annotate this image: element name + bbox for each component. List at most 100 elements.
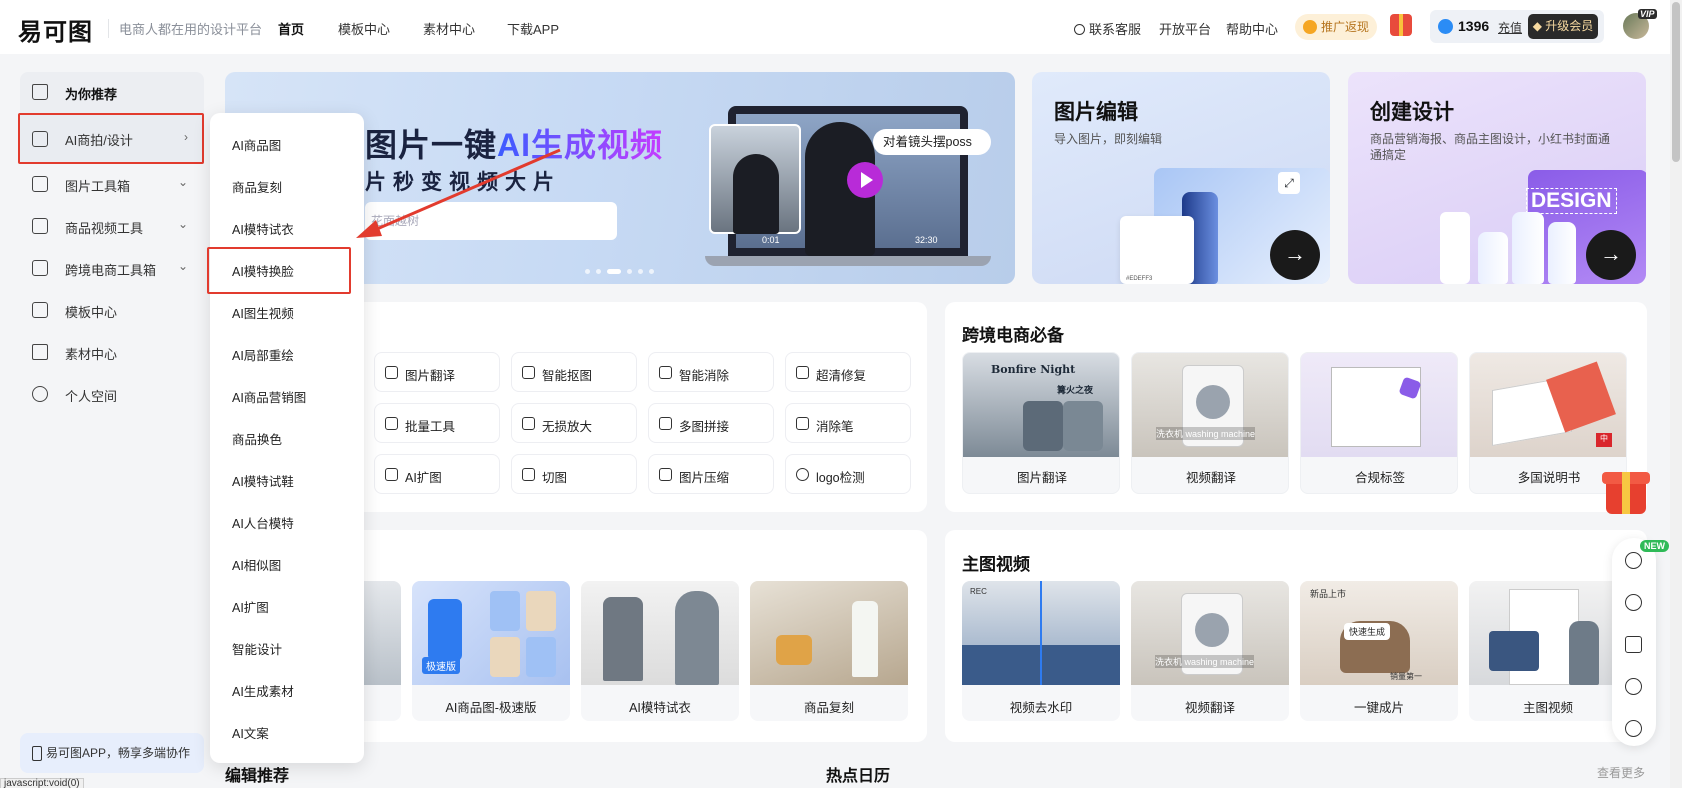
tool-image-translate[interactable]: 图片翻译 (374, 352, 500, 392)
shape-toolbar (1440, 212, 1470, 284)
grid-icon (385, 417, 398, 430)
laptop-base (705, 256, 991, 266)
dropdown-item[interactable]: AI相似图 (232, 555, 281, 574)
item-label: 合规标签 (1354, 471, 1405, 485)
help-icon[interactable] (1625, 678, 1642, 695)
tool-hd-restore[interactable]: 超清修复 (785, 352, 911, 392)
sidebar-item-video-tools[interactable]: 商品视频工具 ⌄ (20, 206, 204, 246)
dropdown-item[interactable]: 商品换色 (232, 429, 282, 448)
tool-logo-detect[interactable]: logo检测 (785, 454, 911, 494)
promo-cashback-button[interactable]: 推广返现 (1295, 14, 1377, 40)
nav-material-center[interactable]: 素材中心 (423, 19, 475, 38)
see-more-link[interactable]: 查看更多 (1597, 764, 1645, 781)
sidebar-item-label: 为你推荐 (65, 87, 118, 102)
logo[interactable]: 易可图 (18, 12, 93, 47)
sidebar-item-image-toolbox[interactable]: 图片工具箱 ⌄ (20, 164, 204, 204)
upscale-icon (522, 417, 535, 430)
crossborder-item-compliance-label[interactable]: 合规标签 (1300, 352, 1458, 494)
nav-download-app[interactable]: 下载APP (507, 19, 559, 38)
image-edit-card[interactable]: 图片编辑 导入图片，即刻编辑 #EDEFF3 ⤢ → (1032, 72, 1330, 284)
carousel-dot[interactable] (638, 269, 643, 274)
item-label: 视频翻译 (1185, 471, 1236, 485)
upgrade-vip-button[interactable]: ◆ 升级会员 (1528, 14, 1598, 39)
hot-calendar-title: 热点日历 (826, 768, 891, 785)
tool-ai-expand[interactable]: AI扩图 (374, 454, 500, 494)
tool-label: 无损放大 (542, 420, 593, 434)
bottle-illustration (1512, 212, 1544, 284)
credit-box: 1396 充值 ◆ 升级会员 (1430, 10, 1604, 43)
dropdown-item[interactable]: AI商品图 (232, 135, 281, 154)
tool-compress[interactable]: 图片压缩 (648, 454, 774, 494)
video-item-translate[interactable]: 洗衣机 washing machine 视频翻译 (1131, 581, 1289, 721)
scrollbar-thumb[interactable] (1672, 2, 1680, 162)
dropdown-item[interactable]: AI生成素材 (232, 681, 294, 700)
thumb-text: 洗衣机 washing machine (1155, 655, 1255, 668)
dropdown-item[interactable]: AI模特试衣 (232, 219, 294, 238)
nav-home[interactable]: 首页 (278, 19, 304, 38)
tool-lossless-upscale[interactable]: 无损放大 (511, 403, 637, 443)
dropdown-item[interactable]: AI图生视频 (232, 303, 294, 322)
dropdown-item[interactable]: AI人台模特 (232, 513, 294, 532)
ai-item-model-tryon[interactable]: AI模特试衣 (581, 581, 739, 721)
dropdown-item[interactable]: AI文案 (232, 723, 269, 742)
video-item-main-video[interactable]: 主图视频 (1469, 581, 1627, 721)
link-icon[interactable] (1625, 552, 1642, 569)
tool-smart-erase[interactable]: 智能消除 (648, 352, 774, 392)
material-icon (32, 344, 48, 360)
sidebar-item-material[interactable]: 素材中心 (20, 332, 204, 372)
app-promo-banner[interactable]: 易可图APP，畅享多端协作 (20, 733, 204, 773)
support-link[interactable]: 联系客服 (1074, 19, 1141, 38)
chat-icon[interactable] (1625, 720, 1642, 737)
sidebar-item-recommend[interactable]: 为你推荐 (20, 72, 204, 114)
gift-icon[interactable] (1390, 14, 1412, 36)
sidebar-item-label: 个人空间 (65, 389, 118, 404)
tool-label: 批量工具 (405, 420, 456, 434)
edit-icon[interactable] (1625, 636, 1642, 653)
currency-icon[interactable] (1625, 594, 1642, 611)
arrow-right-icon[interactable]: → (1586, 230, 1636, 280)
help-center-link[interactable]: 帮助中心 (1226, 19, 1278, 38)
tool-batch[interactable]: 批量工具 (374, 403, 500, 443)
recharge-link[interactable]: 充值 (1498, 19, 1522, 36)
dropdown-item[interactable]: 商品复刻 (232, 177, 282, 196)
user-icon (32, 386, 48, 402)
sidebar-item-template[interactable]: 模板中心 (20, 290, 204, 330)
expand-icon (385, 468, 398, 481)
banner-title-highlight: AI生成视频 (497, 127, 664, 163)
carousel-dot[interactable] (585, 269, 590, 274)
tool-erase-pen[interactable]: 消除笔 (785, 403, 911, 443)
top-bar: 易可图 电商人都在用的设计平台 首页 模板中心 素材中心 下载APP 联系客服 … (0, 0, 1682, 54)
dropdown-item[interactable]: 智能设计 (232, 639, 282, 658)
tool-multi-splice[interactable]: 多图拼接 (648, 403, 774, 443)
banner-search-input[interactable]: 花面越树 (365, 202, 617, 240)
nav-template-center[interactable]: 模板中心 (338, 19, 390, 38)
banner-title: 图片一键AI生成视频 (365, 120, 663, 166)
ai-item-fast-product[interactable]: 极速版 AI商品图-极速版 (412, 581, 570, 721)
tool-slice[interactable]: 切图 (511, 454, 637, 494)
open-platform-link[interactable]: 开放平台 (1159, 19, 1211, 38)
crossborder-item-image-translate[interactable]: Bonfire Night 篝火之夜 图片翻译 (962, 352, 1120, 494)
ai-item-product-replicate[interactable]: 商品复刻 (750, 581, 908, 721)
play-icon[interactable] (847, 162, 883, 198)
carousel-dot[interactable] (596, 269, 601, 274)
sidebar-item-label: 模板中心 (65, 305, 118, 320)
carousel-dot-active[interactable] (607, 269, 621, 274)
carousel-dots[interactable] (585, 262, 660, 277)
home-icon (32, 84, 48, 100)
dropdown-item[interactable]: AI模特试鞋 (232, 471, 294, 490)
sidebar-item-crossborder[interactable]: 跨境电商工具箱 ⌄ (20, 248, 204, 288)
sidebar-item-personal[interactable]: 个人空间 (20, 374, 204, 414)
create-design-card[interactable]: 创建设计 商品营销海报、商品主图设计，小红书封面通通搞定 DESIGN → (1348, 72, 1646, 284)
tool-smart-cutout[interactable]: 智能抠图 (511, 352, 637, 392)
dropdown-item[interactable]: AI商品营销图 (232, 387, 306, 406)
crossborder-item-video-translate[interactable]: 洗衣机 washing machine 视频翻译 (1131, 352, 1289, 494)
video-item-one-click[interactable]: 新品上市 快速生成 销量第一 一键成片 (1300, 581, 1458, 721)
carousel-dot[interactable] (627, 269, 632, 274)
floating-gift-icon[interactable] (1600, 460, 1652, 516)
dropdown-item[interactable]: AI局部重绘 (232, 345, 294, 364)
dropdown-item[interactable]: AI扩图 (232, 597, 269, 616)
arrow-right-icon[interactable]: → (1270, 230, 1320, 280)
video-item-remove-watermark[interactable]: REC 视频去水印 (962, 581, 1120, 721)
carousel-dot[interactable] (649, 269, 654, 274)
sidebar-item-label: 商品视频工具 (65, 221, 144, 236)
